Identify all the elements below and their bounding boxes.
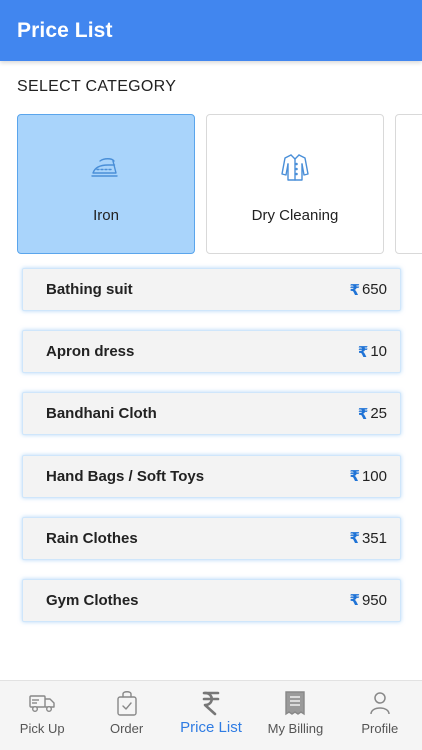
- receipt-icon: [284, 689, 306, 717]
- price-value: 650: [361, 281, 387, 298]
- app-screen: Price List SELECT CATEGORY Iron Dry Clea…: [0, 0, 422, 750]
- list-item[interactable]: Hand Bags / Soft Toys ₹ 100: [22, 454, 401, 498]
- page-title: Price List: [17, 18, 113, 42]
- category-label: Iron: [93, 207, 119, 224]
- iron-icon: [90, 151, 122, 183]
- item-price: ₹ 10: [358, 343, 387, 361]
- item-name: Bathing suit: [46, 281, 133, 298]
- nav-label: Price List: [180, 719, 242, 736]
- rupee-icon: ₹: [349, 468, 360, 486]
- price-value: 351: [361, 529, 387, 547]
- rupee-icon: ₹: [357, 343, 369, 361]
- price-value: 100: [361, 467, 387, 485]
- app-header: Price List: [0, 0, 422, 61]
- category-label: Dry Cleaning: [251, 207, 339, 224]
- category-card-dry-cleaning[interactable]: Dry Cleaning: [206, 114, 384, 254]
- list-item[interactable]: Bandhani Cloth ₹ 25: [22, 392, 401, 436]
- item-name: Hand Bags / Soft Toys: [46, 467, 205, 485]
- rupee-icon: [201, 689, 221, 717]
- price-value: 10: [370, 343, 387, 361]
- select-category-label: SELECT CATEGORY: [17, 78, 177, 95]
- rupee-icon: ₹: [349, 281, 360, 299]
- price-value: 950: [361, 591, 387, 609]
- rupee-icon: ₹: [349, 530, 360, 548]
- list-item[interactable]: Gym Clothes ₹ 950: [22, 578, 401, 622]
- item-price: ₹ 650: [350, 281, 387, 299]
- price-list: Bathing suit ₹ 650 Apron dress ₹ 10 Band…: [22, 268, 401, 641]
- nav-price-list[interactable]: Price List: [169, 681, 253, 750]
- item-name: Bandhani Cloth: [46, 405, 157, 423]
- nav-label: My Billing: [267, 721, 324, 736]
- list-item[interactable]: Rain Clothes ₹ 351: [22, 516, 401, 560]
- item-name: Apron dress: [46, 343, 135, 361]
- item-price: ₹ 100: [349, 467, 387, 486]
- category-card-iron[interactable]: Iron: [17, 114, 195, 254]
- item-price: ₹ 25: [358, 405, 387, 423]
- nav-label: Order: [109, 721, 144, 736]
- list-item[interactable]: Bathing suit ₹ 650: [22, 268, 401, 311]
- nav-label: Pick Up: [19, 721, 65, 736]
- item-name: Gym Clothes: [46, 591, 139, 609]
- shopping-bag-icon: [116, 689, 138, 717]
- nav-my-billing[interactable]: My Billing: [253, 681, 337, 750]
- nav-profile[interactable]: Profile: [338, 681, 422, 750]
- list-item[interactable]: Apron dress ₹ 10: [22, 330, 401, 374]
- category-card-partial[interactable]: [395, 114, 422, 254]
- nav-order[interactable]: Order: [84, 681, 168, 750]
- category-carousel[interactable]: Iron Dry Cleaning: [17, 114, 422, 254]
- user-icon: [368, 689, 392, 717]
- bottom-navigation: Pick Up Order Price List My Billing Prof…: [0, 680, 422, 750]
- nav-pick-up[interactable]: Pick Up: [0, 681, 84, 750]
- shirt-icon: [279, 151, 311, 183]
- price-value: 25: [370, 405, 387, 423]
- item-price: ₹ 351: [349, 529, 387, 548]
- truck-icon: [28, 689, 56, 717]
- rupee-icon: ₹: [357, 405, 369, 423]
- item-name: Rain Clothes: [46, 529, 138, 547]
- nav-label: Profile: [361, 721, 399, 736]
- item-price: ₹ 950: [349, 591, 387, 610]
- rupee-icon: ₹: [349, 592, 360, 610]
